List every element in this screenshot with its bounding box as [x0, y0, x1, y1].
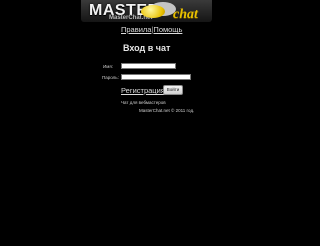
page-title: Вход в чат: [123, 43, 171, 53]
copyright-text: MasterChat.net © 2011 год.: [139, 108, 195, 113]
yellow-bubble-icon: [141, 5, 165, 18]
webmasters-link[interactable]: Чат для вебмастеров: [121, 100, 166, 105]
password-label: Пароль:: [102, 75, 119, 80]
top-nav: Правила|Помощь: [121, 25, 182, 34]
rules-link[interactable]: Правила: [121, 25, 151, 34]
password-input[interactable]: [121, 74, 191, 80]
name-label: Имя:: [103, 64, 114, 69]
login-button[interactable]: Войти: [163, 85, 183, 95]
logo-chat-text: chat: [173, 7, 198, 22]
help-link[interactable]: Помощь: [153, 25, 182, 34]
register-link[interactable]: Регистрация: [121, 86, 165, 95]
page: MASTER MasterChat.net chat Правила|Помощ…: [0, 0, 296, 246]
name-input[interactable]: [121, 63, 176, 69]
